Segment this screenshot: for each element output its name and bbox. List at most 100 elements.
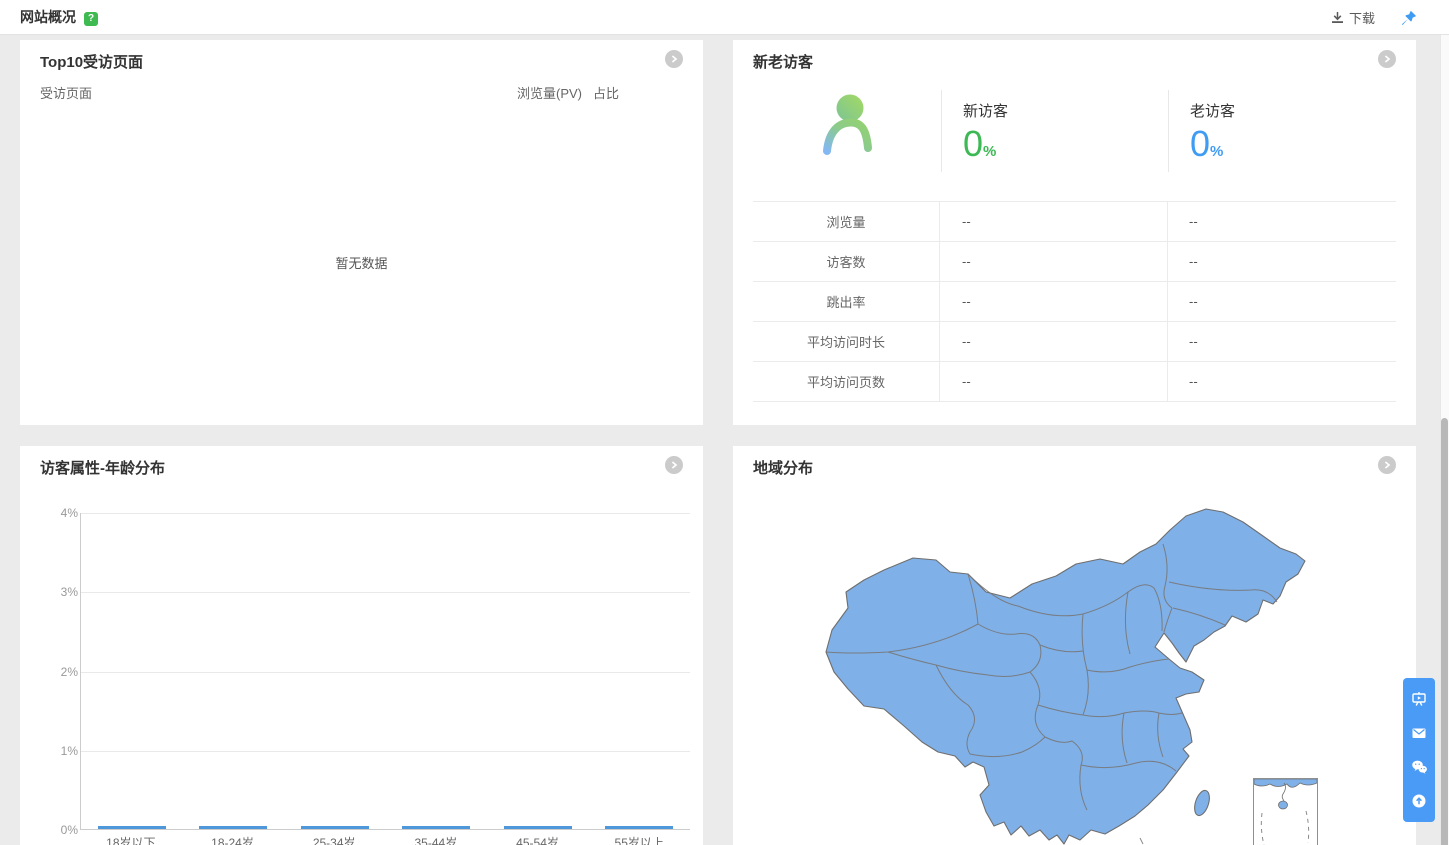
- table-row: 跳出率 -- --: [753, 281, 1396, 321]
- x-axis-tick: 35-44岁: [414, 836, 458, 845]
- bar-band: [183, 513, 285, 829]
- pin-button[interactable]: [1399, 9, 1417, 27]
- new-visitor-stat: 新访客 0%: [963, 100, 1008, 170]
- table-row: 浏览量 -- --: [753, 201, 1396, 241]
- bar-45-54: [503, 826, 572, 829]
- metric-label: 平均访问时长: [753, 322, 940, 361]
- new-visitor-value: 0%: [963, 126, 1008, 170]
- bar-band: [589, 513, 691, 829]
- x-axis-labels: 18岁以下 18-24岁 25-34岁 35-44岁 45-54岁 55岁以上: [80, 834, 690, 845]
- old-visitor-unit: %: [1210, 143, 1224, 160]
- pin-icon: [1401, 9, 1416, 25]
- scrollbar-track[interactable]: [1440, 35, 1449, 845]
- column-page: 受访页面: [40, 86, 93, 101]
- y-axis-tick: 0%: [60, 823, 78, 837]
- y-axis-tick: 1%: [60, 744, 78, 758]
- y-axis-tick: 3%: [60, 585, 78, 599]
- bar-series: [81, 513, 690, 829]
- feedback-button[interactable]: [1403, 718, 1435, 748]
- panel-visitors: 新老访客 新访客 0% 老访客 0% 浏览量 -- -- 访客数 -- -- 跳…: [733, 40, 1416, 425]
- floating-toolbar: [1403, 678, 1435, 822]
- sea-inset-map: [1253, 778, 1318, 845]
- download-label: 下载: [1348, 11, 1375, 26]
- topbar: 网站概况? 下载: [0, 0, 1449, 35]
- bar-band: [284, 513, 386, 829]
- metric-new-value: --: [940, 362, 1168, 401]
- mail-icon: [1412, 728, 1426, 738]
- panel-title: Top10受访页面: [40, 54, 144, 71]
- bar-25-34: [300, 826, 369, 829]
- panel-age-distribution: 访客属性-年龄分布 4% 3% 2% 1% 0% 18岁以下 18-24岁 25…: [20, 446, 703, 845]
- empty-state-text: 暂无数据: [335, 256, 388, 271]
- metric-label: 访客数: [753, 242, 940, 281]
- back-to-top-button[interactable]: [1403, 786, 1435, 816]
- x-axis-tick: 18-24岁: [211, 836, 254, 845]
- panel-title: 地域分布: [753, 460, 814, 477]
- bar-35-44: [402, 826, 471, 829]
- old-visitor-value: 0%: [1190, 126, 1235, 170]
- south-china-sea-inset: [1253, 778, 1318, 845]
- metric-new-value: --: [940, 242, 1168, 281]
- metric-new-value: --: [940, 282, 1168, 321]
- topbar-actions: 下载: [1331, 0, 1417, 35]
- bar-band: [386, 513, 488, 829]
- back-to-top-icon: [1412, 794, 1426, 808]
- china-map[interactable]: [818, 504, 1318, 845]
- scrollbar-thumb[interactable]: [1441, 418, 1448, 845]
- age-bar-chart: [80, 513, 690, 830]
- divider: [941, 90, 942, 172]
- panel-title: 新老访客: [753, 54, 814, 71]
- panel-title: 访客属性-年龄分布: [40, 460, 165, 477]
- panel-detail-button[interactable]: [1378, 456, 1396, 474]
- panel-detail-button[interactable]: [665, 50, 683, 68]
- bar-band: [81, 513, 183, 829]
- bar-18-24: [199, 826, 268, 829]
- metric-new-value: --: [940, 322, 1168, 361]
- x-axis-tick: 55岁以上: [614, 836, 664, 845]
- chevron-right-icon: [671, 55, 678, 63]
- new-visitor-number: 0: [963, 123, 984, 164]
- tutorial-button[interactable]: [1403, 684, 1435, 714]
- page-title: 网站概况?: [20, 0, 98, 35]
- metric-label: 平均访问页数: [753, 362, 940, 401]
- divider: [1168, 90, 1169, 172]
- visitor-metrics-table: 浏览量 -- -- 访客数 -- -- 跳出率 -- -- 平均访问时长 -- …: [753, 201, 1396, 402]
- bar-18-under: [97, 826, 166, 829]
- panel-detail-button[interactable]: [665, 456, 683, 474]
- x-axis-tick: 18岁以下: [106, 836, 156, 845]
- metric-new-value: --: [940, 202, 1168, 241]
- x-axis-tick: 45-54岁: [516, 836, 559, 845]
- metric-old-value: --: [1189, 294, 1198, 309]
- table-row: 访客数 -- --: [753, 241, 1396, 281]
- chevron-right-icon: [1384, 461, 1391, 469]
- column-pv: 浏览量(PV): [517, 86, 583, 101]
- metric-old-value: --: [1189, 214, 1198, 229]
- chevron-right-icon: [671, 461, 678, 469]
- visitor-icon: [823, 94, 872, 155]
- column-ratio: 占比: [593, 86, 620, 101]
- metric-old-value: --: [1189, 334, 1198, 349]
- bar-band: [487, 513, 589, 829]
- page-title-text: 网站概况: [20, 9, 76, 25]
- presentation-icon: [1412, 692, 1426, 706]
- x-axis-tick: 25-34岁: [312, 836, 356, 845]
- old-visitor-number: 0: [1190, 123, 1211, 164]
- metric-old-value: --: [1189, 254, 1198, 269]
- new-visitor-unit: %: [983, 143, 997, 160]
- help-icon[interactable]: ?: [84, 12, 98, 26]
- old-visitor-label: 老访客: [1190, 103, 1236, 120]
- metric-label: 跳出率: [753, 282, 940, 321]
- metric-old-value: --: [1189, 374, 1198, 389]
- wechat-button[interactable]: [1403, 752, 1435, 782]
- wechat-icon: [1411, 760, 1427, 774]
- panel-top-pages: Top10受访页面 受访页面 浏览量(PV) 占比 暂无数据: [20, 40, 703, 425]
- new-visitor-label: 新访客: [963, 103, 1009, 120]
- y-axis-tick: 4%: [60, 506, 78, 520]
- table-row: 平均访问页数 -- --: [753, 361, 1396, 401]
- panel-region-distribution: 地域分布: [733, 446, 1416, 845]
- download-button[interactable]: 下载: [1331, 8, 1375, 27]
- metric-label: 浏览量: [753, 202, 940, 241]
- old-visitor-stat: 老访客 0%: [1190, 100, 1235, 170]
- panel-detail-button[interactable]: [1378, 50, 1396, 68]
- table-row: 平均访问时长 -- --: [753, 321, 1396, 361]
